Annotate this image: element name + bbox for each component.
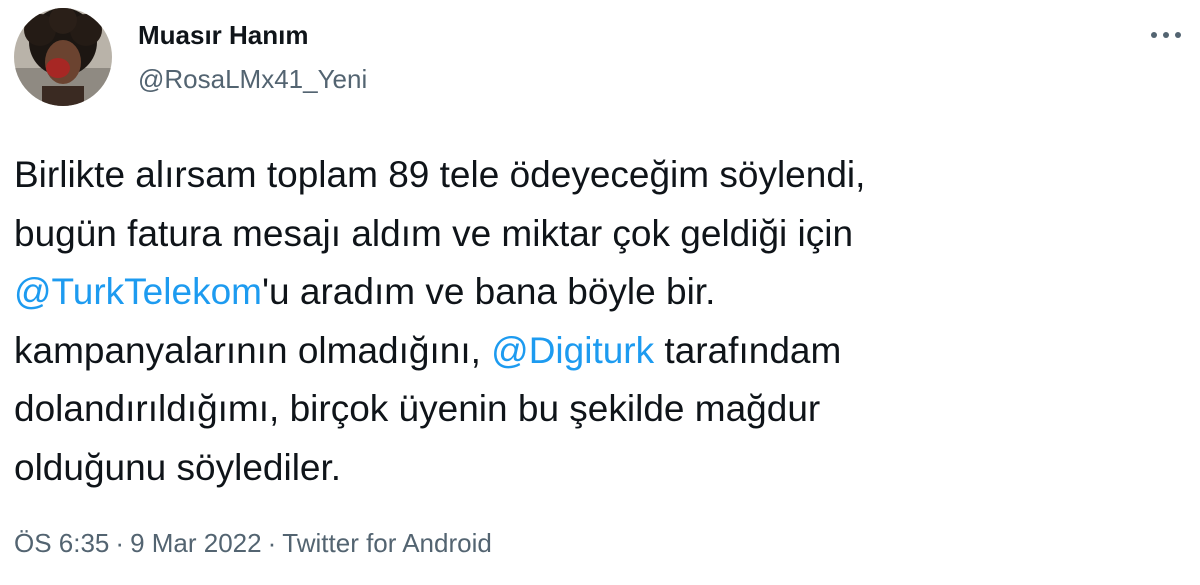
tweet-line: @TurkTelekom'u aradım ve bana böyle bir. <box>14 263 1184 322</box>
mention-link-turktelekom[interactable]: @TurkTelekom <box>14 271 262 312</box>
tweet-time[interactable]: ÖS 6:35 <box>14 528 109 558</box>
meta-separator: · <box>267 528 277 558</box>
tweet-line: kampanyalarının olmadığını, @Digiturk ta… <box>14 322 1184 381</box>
tweet-date[interactable]: 9 Mar 2022 <box>130 528 262 558</box>
tweet-line: olduğunu söylediler. <box>14 446 342 488</box>
tweet-line: bugün fatura mesajı aldım ve miktar çok … <box>14 212 854 254</box>
tweet-line: dolandırıldığımı, birçok üyenin bu şekil… <box>14 388 821 429</box>
avatar[interactable] <box>14 8 112 106</box>
more-options-icon <box>1151 32 1181 38</box>
meta-separator: · <box>115 528 125 558</box>
tweet-text: Birlikte alırsam toplam 89 tele ödeyeceğ… <box>14 146 1184 497</box>
author-handle[interactable]: @RosaLMx41_Yeni <box>138 64 367 95</box>
tweet-line-text: kampanyalarının olmadığını, <box>14 329 492 371</box>
tweet-line-text: 'u aradım ve bana böyle bir. <box>261 271 716 312</box>
more-options-button[interactable] <box>1146 22 1186 48</box>
tweet-source[interactable]: Twitter for Android <box>282 528 492 558</box>
profile-photo-icon <box>14 8 112 106</box>
tweet-meta: ÖS 6:35 · 9 Mar 2022 · Twitter for Android <box>14 528 492 559</box>
mention-link-digiturk[interactable]: @Digiturk <box>491 330 654 371</box>
tweet-card: Muasır Hanım @RosaLMx41_Yeni Birlikte al… <box>0 0 1200 585</box>
author-name[interactable]: Muasır Hanım <box>138 20 309 51</box>
tweet-line-text: tarafındam <box>654 329 842 371</box>
tweet-line: Birlikte alırsam toplam 89 tele ödeyeceğ… <box>14 154 866 195</box>
